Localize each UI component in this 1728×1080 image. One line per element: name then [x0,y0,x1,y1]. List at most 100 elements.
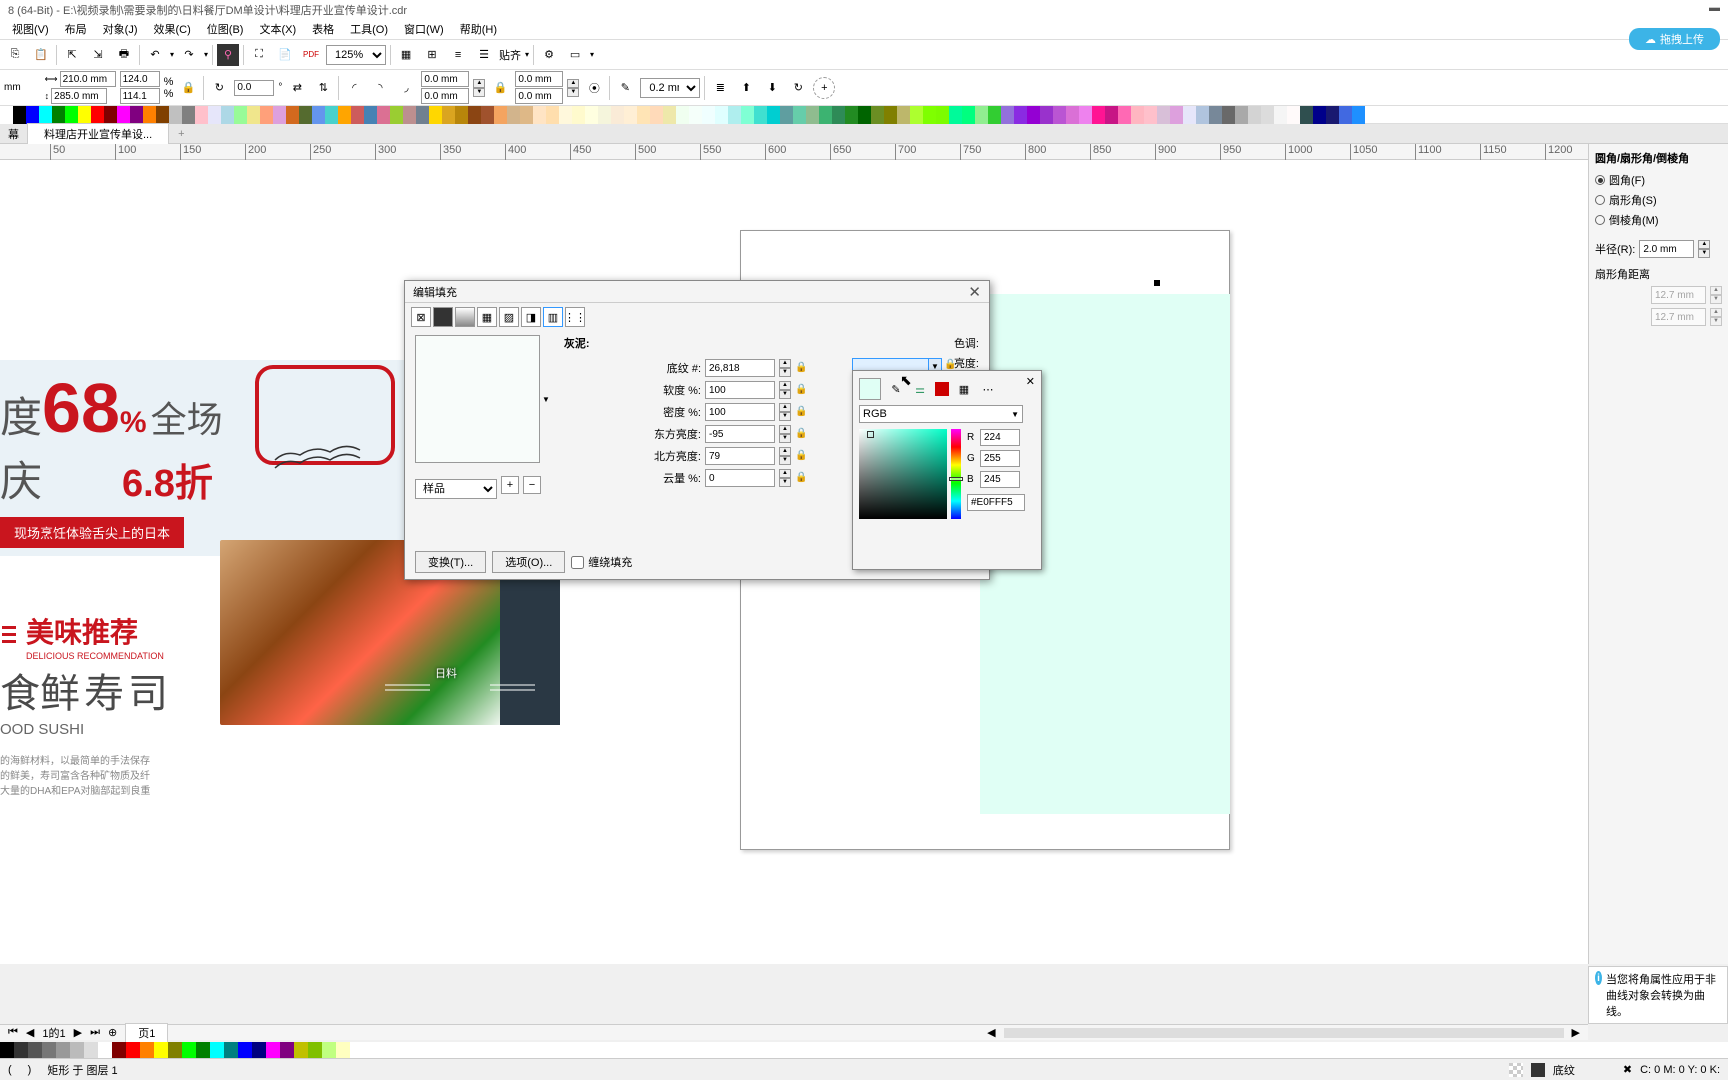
pdf-icon[interactable]: PDF [300,44,322,66]
color-swatch[interactable] [390,106,403,124]
color-swatch[interactable] [520,106,533,124]
mirror-v-icon[interactable]: ⇅ [312,77,334,99]
color-swatch[interactable] [1027,106,1040,124]
color-swatch[interactable] [403,106,416,124]
color-swatch[interactable] [351,106,364,124]
import-icon[interactable]: ⇱ [61,44,83,66]
color-swatch[interactable] [1105,106,1118,124]
selection-handle[interactable] [1154,280,1160,286]
color-swatch[interactable] [1118,106,1131,124]
y-position-input[interactable] [51,88,107,104]
ruler-icon[interactable]: ▦ [395,44,417,66]
to-front-icon[interactable]: ⬆ [735,77,757,99]
x-position-input[interactable] [60,71,116,87]
remove-sample-button[interactable]: − [523,476,541,494]
nav-back-icon[interactable]: ( [8,1064,12,1076]
color-swatch[interactable] [702,106,715,124]
color-swatch[interactable] [936,106,949,124]
color-swatch[interactable] [832,106,845,124]
rotate-icon[interactable]: ↻ [208,77,230,99]
corner-tr-input[interactable] [515,71,563,87]
menu-layout[interactable]: 布局 [57,19,95,39]
color-swatch[interactable] [1040,106,1053,124]
corner-spinner2[interactable]: ▲▼ [567,79,579,97]
color-swatch[interactable] [689,106,702,124]
zoom-select[interactable]: 125% [326,45,386,65]
relative-corner-icon[interactable]: ⦿ [583,77,605,99]
color-swatch[interactable] [871,106,884,124]
transform-button[interactable]: 变换(T)... [415,551,486,573]
color-swatch[interactable] [1222,106,1235,124]
radio-chamfer[interactable]: 倒棱角(M) [1595,210,1722,230]
color-swatch[interactable] [962,106,975,124]
lock-icon[interactable]: 🔒 [795,450,807,462]
color-swatch[interactable] [1274,106,1287,124]
color-swatch[interactable] [169,106,182,124]
palette-icon[interactable] [935,382,949,396]
east-brightness-input[interactable] [705,425,775,443]
menu-bitmap[interactable]: 位图(B) [199,19,252,39]
lock-icon[interactable]: 🔒 [795,362,807,374]
radio-scallop[interactable]: 扇形角(S) [1595,190,1722,210]
color-swatch[interactable] [78,106,91,124]
wrap-text-icon[interactable]: ≣ [709,77,731,99]
copy-icon[interactable]: ⎘ [4,44,26,66]
page-first-icon[interactable]: ⏮ [8,1026,18,1039]
convert-curves-icon[interactable]: ↻ [787,77,809,99]
color-swatch[interactable] [559,106,572,124]
color-swatch[interactable] [312,106,325,124]
lock-icon[interactable]: 🔒 [944,359,956,370]
color-swatch[interactable] [819,106,832,124]
color-swatch[interactable] [845,106,858,124]
current-color-swatch[interactable] [859,378,881,400]
color-swatch[interactable] [858,106,871,124]
color-swatch[interactable] [715,106,728,124]
page-last-icon[interactable]: ⏭ [90,1026,100,1039]
color-swatch[interactable] [1131,106,1144,124]
color-swatch[interactable] [260,106,273,124]
document-tab[interactable]: 料理店开业宣传单设... [27,123,169,144]
hex-input[interactable] [967,494,1025,511]
minimize-icon[interactable]: ▬ [1709,2,1720,16]
color-swatch[interactable] [273,106,286,124]
corner-chamfer-icon[interactable]: ◞ [395,77,417,99]
color-swatch[interactable] [221,106,234,124]
color-swatch[interactable] [884,106,897,124]
lock-icon[interactable]: 🔒 [795,472,807,484]
color-swatch[interactable] [195,106,208,124]
color-swatch[interactable] [143,106,156,124]
preview-dropdown-icon[interactable]: ▼ [540,395,552,404]
menu-tools[interactable]: 工具(O) [342,19,396,39]
color-swatch[interactable] [793,106,806,124]
density-input[interactable] [705,403,775,421]
page-tab[interactable]: 页1 [125,1023,168,1043]
saturation-value-box[interactable] [859,429,947,519]
color-swatch[interactable] [1313,106,1326,124]
nav-fwd-icon[interactable]: ) [28,1064,32,1076]
width-input[interactable] [120,71,160,87]
page-prev-icon[interactable]: ◀ [26,1026,34,1039]
menu-effects[interactable]: 效果(C) [146,19,199,39]
add-sample-button[interactable]: + [501,476,519,494]
color-marker[interactable] [867,431,874,438]
menu-object[interactable]: 对象(J) [95,19,146,39]
color-swatch[interactable] [1352,106,1365,124]
paste-icon[interactable]: 📋 [30,44,52,66]
page-next-icon[interactable]: ▶ [74,1026,82,1039]
cloud-input[interactable] [705,469,775,487]
color-swatch[interactable] [234,106,247,124]
color-swatch[interactable] [507,106,520,124]
print-icon[interactable]: 🖶 [113,44,135,66]
color-swatch[interactable] [364,106,377,124]
color-swatch[interactable] [988,106,1001,124]
color-swatch[interactable] [546,106,559,124]
height-input[interactable] [120,88,160,104]
more-icon[interactable]: ⋯ [979,380,997,398]
redo-icon[interactable]: ↷ [178,44,200,66]
corner-scallop-icon[interactable]: ◝ [369,77,391,99]
color-swatch[interactable] [1066,106,1079,124]
color-swatch[interactable] [286,106,299,124]
color-swatch[interactable] [156,106,169,124]
radius-spinner[interactable]: ▲▼ [1698,240,1710,258]
color-swatch[interactable] [1326,106,1339,124]
